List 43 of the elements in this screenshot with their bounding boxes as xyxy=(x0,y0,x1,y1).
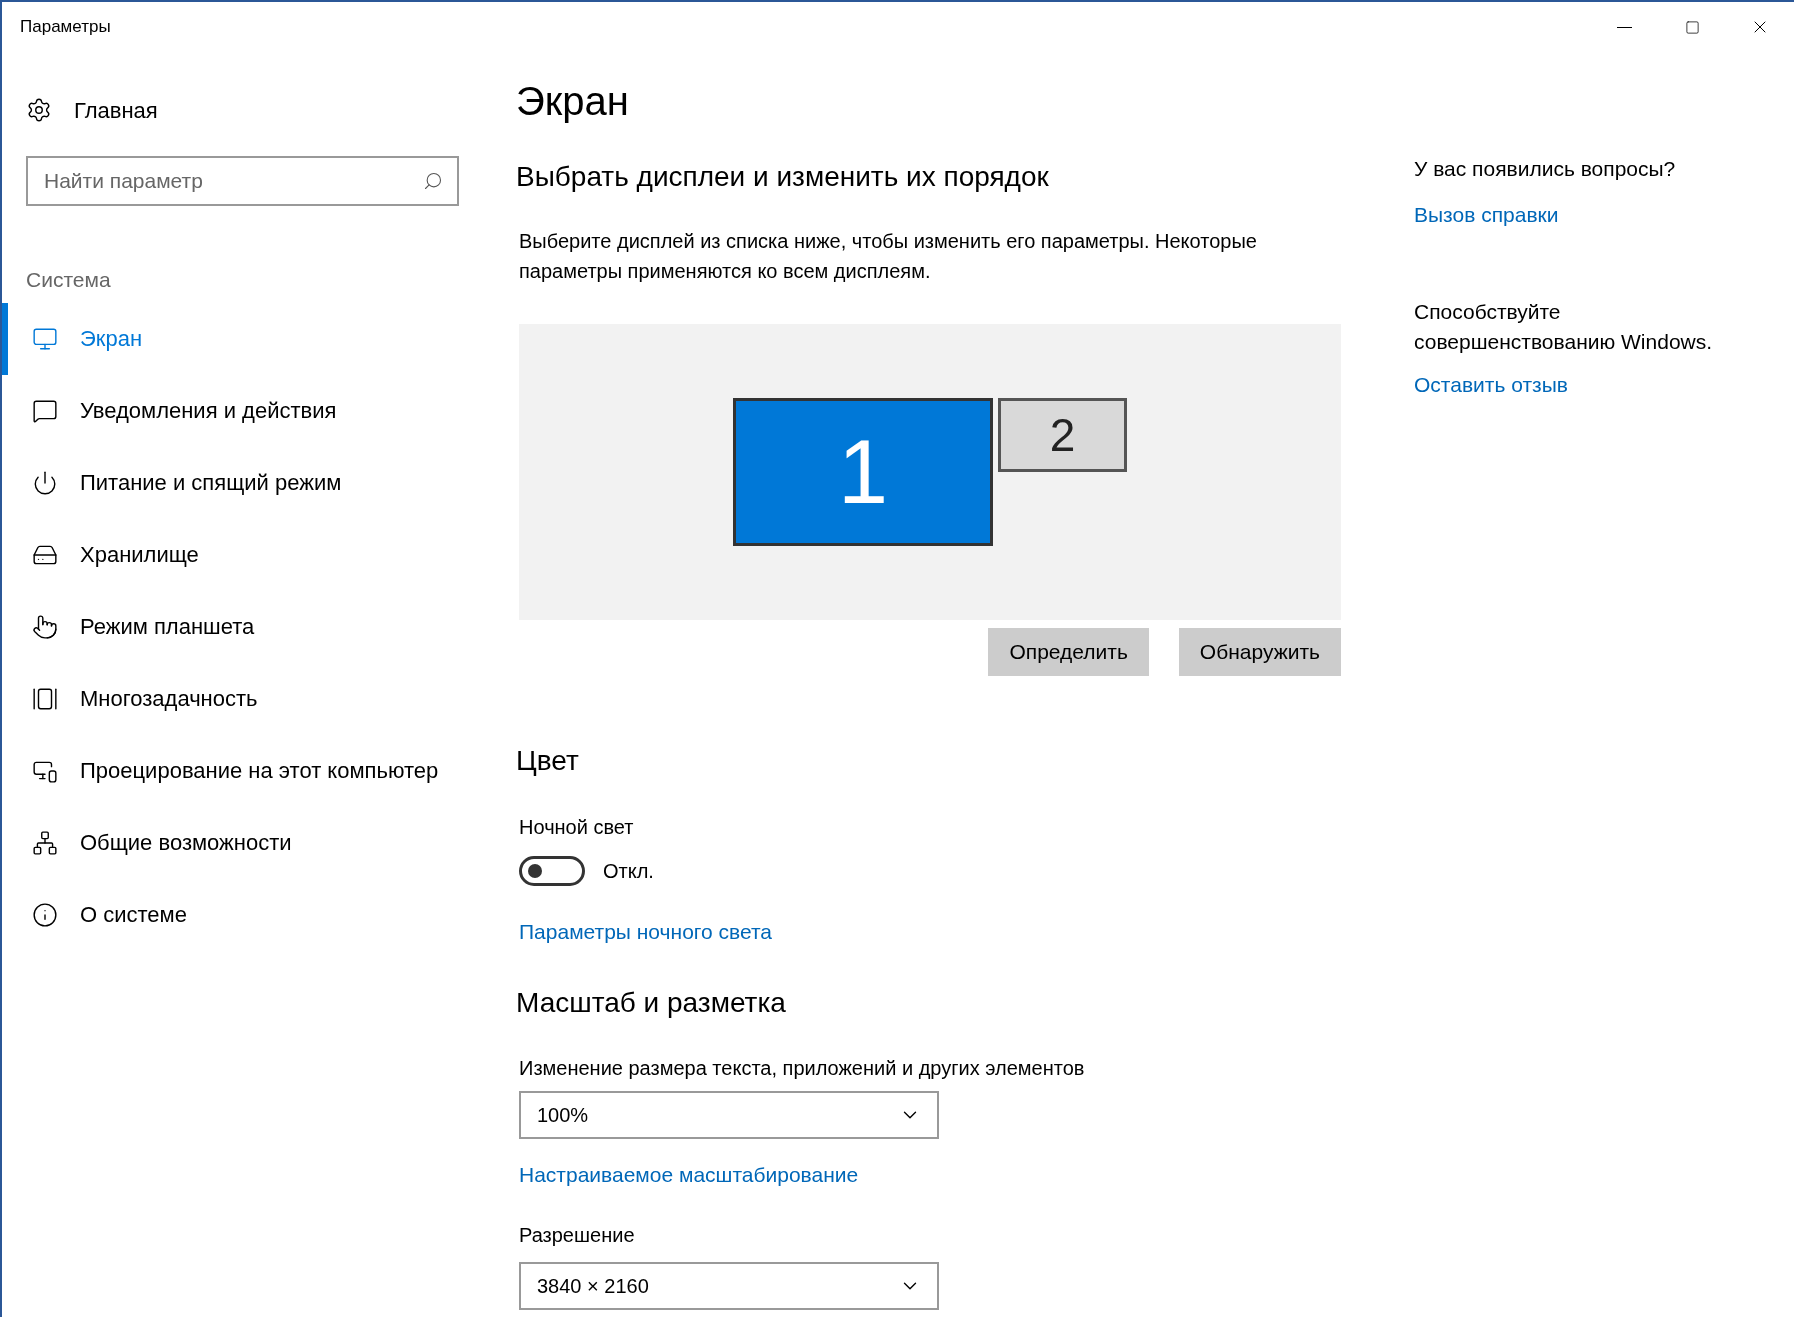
display-tile[interactable]: 2 xyxy=(998,398,1127,472)
search-icon xyxy=(423,171,443,191)
network-nodes-icon xyxy=(32,829,58,856)
section-heading: Масштаб и разметка xyxy=(516,985,787,1020)
sidebar-item[interactable]: О системе xyxy=(2,878,494,951)
sidebar-item[interactable]: Проецирование на этот компьютер xyxy=(2,734,494,807)
custom-scaling-link[interactable]: Настраиваемое масштабирование xyxy=(519,1158,1414,1190)
resolution-dropdown[interactable]: 3840 × 2160 xyxy=(519,1262,939,1310)
action-button[interactable]: Обнаружить xyxy=(1178,628,1341,676)
maximize-icon xyxy=(1684,19,1700,35)
display-tile[interactable]: 1 xyxy=(733,398,993,546)
feedback-link[interactable]: Оставить отзыв xyxy=(1414,369,1784,401)
setting-label: Изменение размера текста, приложений и других элементов xyxy=(519,1055,1086,1081)
section-label: Система xyxy=(26,267,112,293)
home-link[interactable]: Главная xyxy=(74,93,158,127)
help-link[interactable]: Вызов справки xyxy=(1414,198,1784,230)
sidebar-item[interactable]: Уведомления и действия xyxy=(2,374,494,447)
hand-pointer-icon xyxy=(32,613,58,640)
setting-label: Ночной свет xyxy=(519,815,635,840)
page-title: Экран xyxy=(516,78,630,125)
feedback-prompt-text: Способствуйте совершенствованию Windows. xyxy=(1414,299,1714,355)
night-light-settings-link[interactable]: Параметры ночного света xyxy=(519,916,1414,948)
toggle-switch[interactable] xyxy=(519,856,585,886)
scale-dropdown[interactable]: 100% xyxy=(519,1090,939,1139)
sidebar-item[interactable]: Общие возможности xyxy=(2,806,494,879)
section-heading: Цвет xyxy=(516,744,580,778)
search-field[interactable]: Найти параметр xyxy=(26,156,459,206)
toggle-state-text: Откл. xyxy=(603,859,654,884)
info-icon xyxy=(32,901,58,928)
action-button[interactable]: Определить xyxy=(988,628,1149,676)
section-heading: Выбрать дисплеи и изменить их порядок xyxy=(516,160,1050,194)
settings-icon xyxy=(26,97,52,123)
minimize-icon xyxy=(1616,26,1632,28)
window-title: Параметры xyxy=(20,16,111,39)
sidebar-item[interactable]: Питание и спящий режим xyxy=(2,446,494,519)
sidebar-item[interactable]: Хранилище xyxy=(2,518,494,591)
description-text: Выберите дисплей из списка ниже, чтобы изменить его параметры. Некоторые параметры применяются ко всем дисплеям. xyxy=(519,229,1258,284)
sidebar-item[interactable]: Экран xyxy=(2,302,494,375)
sidebar-item[interactable]: Многозадачность xyxy=(2,662,494,735)
sidebar-item[interactable]: Режим планшета xyxy=(2,590,494,663)
setting-label: Разрешение xyxy=(519,1223,636,1248)
help-question-text: У вас появились вопросы? xyxy=(1414,156,1677,182)
power-icon xyxy=(32,469,58,496)
